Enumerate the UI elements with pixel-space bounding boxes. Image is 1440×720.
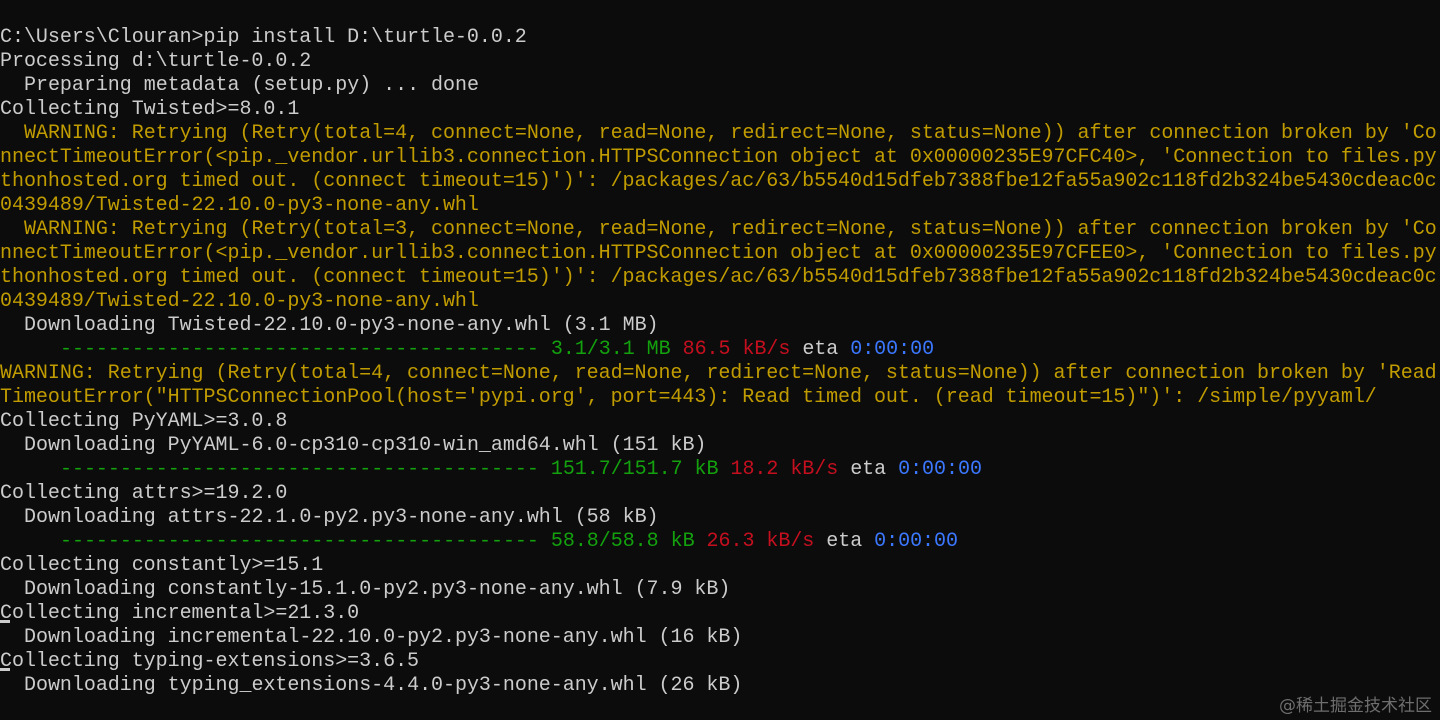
downloading-attrs-line: Downloading attrs-22.1.0-py2.py3-none-an… [24,506,659,529]
warning-line: 0439489/Twisted-22.10.0-py3-none-any.whl [0,194,479,217]
cursor-marker [0,668,10,671]
preparing-line: Preparing metadata (setup.py) ... done [24,74,479,97]
eta-label: eta [850,458,887,481]
terminal-output[interactable]: C:\Users\Clouran>pip install D:\turtle-0… [0,26,1440,720]
downloading-typing-line: Downloading typing_extensions-4.4.0-py3-… [24,674,743,697]
downloading-twisted-line: Downloading Twisted-22.10.0-py3-none-any… [24,314,659,337]
collecting-typing-line: Collecting typing-extensions>=3.6.5 [0,650,420,673]
warning-line: WARNING: Retrying (Retry(total=4, connec… [0,362,1437,385]
collecting-pyyaml-line: Collecting PyYAML>=3.0.8 [0,410,288,433]
warning-line: thonhosted.org timed out. (connect timeo… [0,266,1437,289]
collecting-constantly-line: Collecting constantly>=15.1 [0,554,324,577]
progress-eta: 0:00:00 [898,458,982,481]
warning-line: 0439489/Twisted-22.10.0-py3-none-any.whl [0,290,479,313]
progress-eta: 0:00:00 [850,338,935,361]
command-line: C:\Users\Clouran>pip install D:\turtle-0… [0,26,527,49]
progress-line-twisted: ----------------------------------------… [0,338,1440,362]
progress-speed: 18.2 kB/s [730,458,839,481]
progress-line-attrs: ----------------------------------------… [0,530,1440,554]
progress-bar: ---------------------------------------- [60,458,539,481]
cursor-marker [0,620,10,623]
downloading-incremental-line: Downloading incremental-22.10.0-py2.py3-… [24,626,743,649]
progress-bar: ---------------------------------------- [60,338,539,361]
progress-speed: 86.5 kB/s [682,338,791,361]
warning-line: thonhosted.org timed out. (connect timeo… [0,170,1437,193]
collecting-incremental-line: Collecting incremental>=21.3.0 [0,602,360,625]
warning-line: nnectTimeoutError(<pip._vendor.urllib3.c… [0,242,1437,265]
progress-eta: 0:00:00 [874,530,958,553]
warning-line: WARNING: Retrying (Retry(total=3, connec… [24,218,1437,241]
progress-size: 151.7/151.7 kB [550,458,719,481]
warning-line: WARNING: Retrying (Retry(total=4, connec… [24,122,1437,145]
progress-bar: ---------------------------------------- [60,530,539,553]
collecting-twisted-line: Collecting Twisted>=8.0.1 [0,98,300,121]
progress-speed: 26.3 kB/s [706,530,815,553]
warning-line: nnectTimeoutError(<pip._vendor.urllib3.c… [0,146,1437,169]
eta-label: eta [826,530,863,553]
processing-line: Processing d:\turtle-0.0.2 [0,50,312,73]
downloading-pyyaml-line: Downloading PyYAML-6.0-cp310-cp310-win_a… [24,434,707,457]
downloading-constantly-line: Downloading constantly-15.1.0-py2.py3-no… [24,578,731,601]
warning-line: TimeoutError("HTTPSConnectionPool(host='… [0,386,1377,409]
watermark: @稀土掘金技术社区 [1279,696,1432,716]
progress-size: 3.1/3.1 MB [550,338,671,361]
progress-size: 58.8/58.8 kB [550,530,695,553]
eta-label: eta [802,338,839,361]
progress-line-pyyaml: ----------------------------------------… [0,458,1440,482]
collecting-attrs-line: Collecting attrs>=19.2.0 [0,482,288,505]
